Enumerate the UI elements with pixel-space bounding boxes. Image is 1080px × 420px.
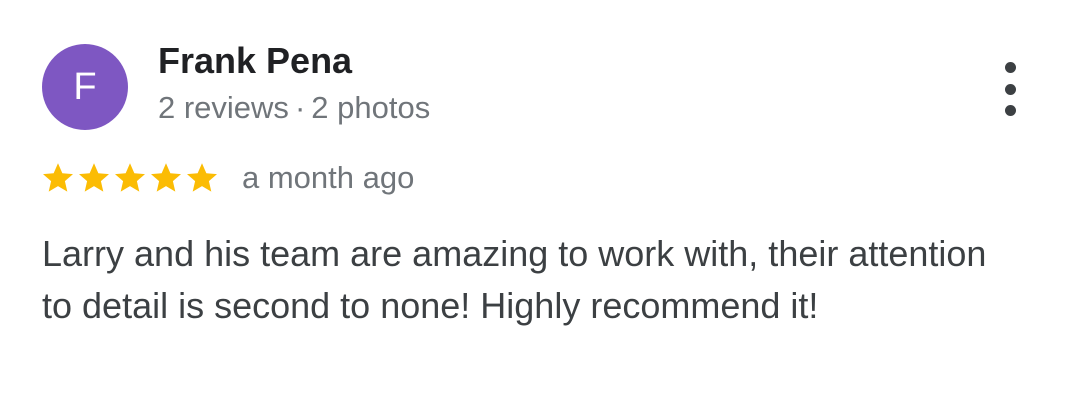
star-icon [115,163,145,192]
star-icon [187,163,217,192]
more-vert-icon-dot [1004,105,1016,116]
review-card: F Frank Pena 2 reviews · 2 photos a month … [0,0,1080,420]
photos-count: 2 photos [311,90,431,125]
review-text: Larry and his team are amazing to work w… [42,233,987,326]
avatar[interactable]: F [42,44,128,130]
star-icon [151,163,181,192]
star-rating [40,160,220,196]
avatar-letter: F [73,65,97,108]
star-icon [43,163,73,192]
meta-separator: · [294,90,306,125]
author-meta: 2 reviews · 2 photos [158,90,430,126]
reviews-count: 2 reviews [158,90,289,125]
review-time: a month ago [242,160,415,195]
more-vert-icon-dot [1004,62,1016,73]
more-vert-icon-dot [1004,83,1016,95]
more-options-button[interactable] [990,62,1030,116]
rating-row: a month ago [40,156,414,200]
star-icon [79,163,109,192]
author-name[interactable]: Frank Pena [158,40,352,82]
